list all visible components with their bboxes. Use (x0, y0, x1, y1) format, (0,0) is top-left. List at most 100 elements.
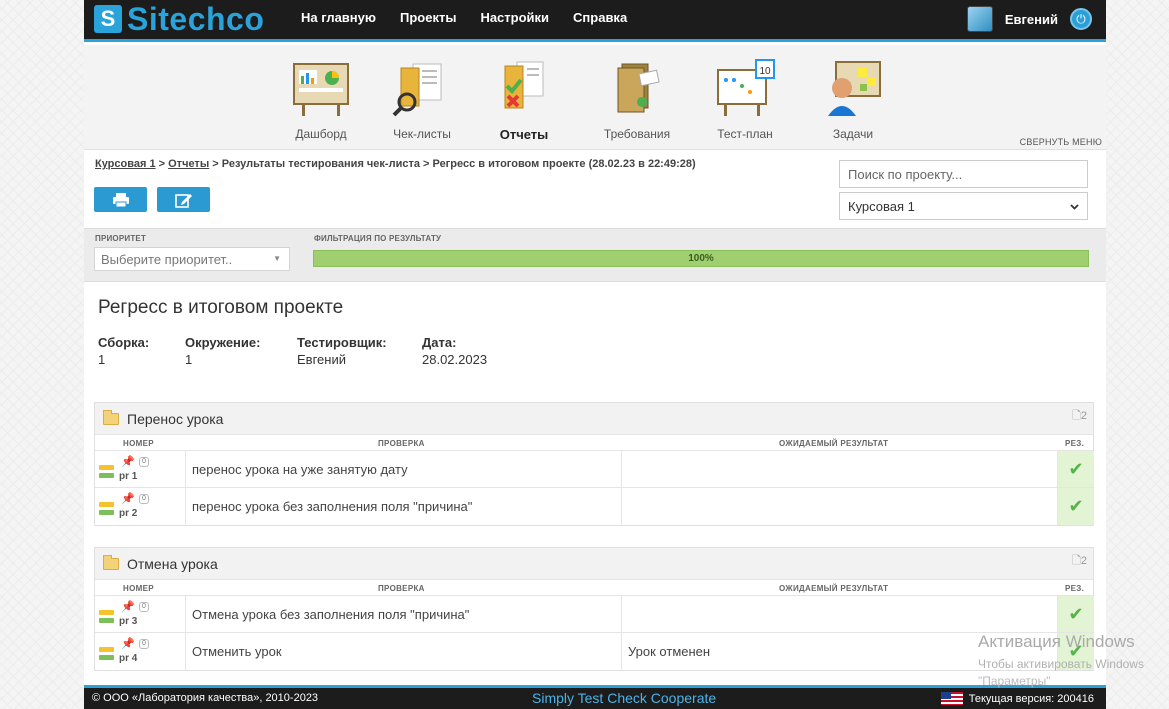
section-count-value: 2 (1080, 555, 1087, 567)
nav-home[interactable]: На главную (301, 10, 376, 25)
result-progress-bar[interactable]: 100% (313, 250, 1089, 267)
pin-icon[interactable]: 📌 (121, 637, 135, 650)
row-id: pr 1 (119, 471, 138, 482)
menu-item-checklists[interactable]: Чек-листы (377, 58, 467, 141)
menu-label-dashboard: Дашборд (295, 127, 347, 141)
section-count: 🗋2 (1072, 552, 1087, 571)
check-cell: Отмена урока без заполнения поля "причин… (186, 596, 622, 632)
column-headers: НОМЕР ПРОВЕРКА ОЖИДАЕМЫЙ РЕЗУЛЬТАТ РЕЗ. (95, 435, 1093, 451)
menu-item-dashboard[interactable]: Дашборд (276, 58, 366, 141)
windows-activation-subtitle: Чтобы активировать Windows (978, 657, 1144, 671)
power-icon[interactable]: ⏻ (1070, 8, 1092, 30)
logo-badge: S (94, 5, 122, 33)
check-cell: перенос урока без заполнения поля "причи… (186, 488, 622, 525)
menu-item-reports[interactable]: Отчеты (479, 58, 569, 142)
menu-item-test-plan[interactable]: 10 Тест-план (700, 58, 790, 141)
top-bar: S Sitechco На главную Проекты Настройки … (84, 0, 1106, 42)
meta-date-key: Дата: (422, 335, 457, 350)
check-cell: Отменить урок (186, 633, 622, 670)
priority-placeholder: Выберите приоритет.. (101, 251, 233, 267)
row-number-cell: 📌 0 pr 2 (95, 488, 186, 525)
comment-count[interactable]: 0 (139, 457, 149, 467)
check-mark-icon[interactable]: ✔ (1058, 451, 1094, 487)
meta-date-value: 28.02.2023 (422, 352, 488, 367)
section-header[interactable]: Отмена урока 🗋2 (95, 548, 1093, 580)
footer: © ООО «Лаборатория качества», 2010-2023 … (84, 685, 1106, 709)
user-name[interactable]: Евгений (1005, 12, 1058, 27)
table-row[interactable]: 📌 0 pr 2 перенос урока без заполнения по… (95, 488, 1094, 525)
table-row[interactable]: 📌 0 pr 1 перенос урока на уже занятую да… (95, 451, 1094, 488)
nav-projects[interactable]: Проекты (400, 10, 456, 25)
row-number-cell: 📌 0 pr 1 (95, 451, 186, 487)
section-lesson-cancel: Отмена урока 🗋2 НОМЕР ПРОВЕРКА ОЖИДАЕМЫЙ… (94, 547, 1094, 671)
top-nav: На главную Проекты Настройки Справка (301, 10, 651, 25)
menu-item-tasks[interactable]: Задачи (808, 58, 898, 141)
pin-icon[interactable]: 📌 (121, 600, 135, 613)
project-select-value: Курсовая 1 (848, 198, 915, 214)
priority-select[interactable]: Выберите приоритет.. ▼ (94, 247, 290, 271)
pin-icon[interactable]: 📌 (121, 492, 135, 505)
meta-tester-key: Тестировщик: (297, 335, 387, 350)
meta-build: Сборка: 1 (98, 335, 149, 367)
pin-icon[interactable]: 📌 (121, 455, 135, 468)
document-icon: 🗋 (1072, 555, 1081, 567)
version-text: Текущая версия: 200416 (968, 692, 1094, 705)
priority-bars (99, 502, 114, 518)
breadcrumb-current: Результаты тестирования чек-листа > Регр… (221, 158, 696, 170)
checklists-icon (392, 63, 442, 117)
menu-label-reports: Отчеты (499, 127, 549, 142)
col-check: ПРОВЕРКА (378, 584, 425, 593)
table-row[interactable]: 📌 0 pr 4 Отменить урок Урок отменен ✔ (95, 633, 1094, 670)
edit-button[interactable] (157, 187, 210, 212)
section-count: 🗋2 (1072, 407, 1087, 426)
comment-count[interactable]: 0 (139, 639, 149, 649)
project-select[interactable]: Курсовая 1 (839, 192, 1088, 220)
meta-environment-value: 1 (185, 352, 193, 367)
check-mark-icon[interactable]: ✔ (1058, 488, 1094, 525)
nav-settings[interactable]: Настройки (480, 10, 549, 25)
svg-text:10: 10 (759, 66, 771, 77)
section-header[interactable]: Перенос урока 🗋2 (95, 403, 1093, 435)
dashboard-icon (293, 63, 349, 116)
print-button[interactable] (94, 187, 147, 212)
result-filter-label: ФИЛЬТРАЦИЯ ПО РЕЗУЛЬТАТУ (314, 234, 442, 243)
section-title: Перенос урока (127, 411, 224, 427)
us-flag-icon[interactable] (940, 692, 963, 705)
menu-item-requirements[interactable]: Требования (592, 58, 682, 141)
app-page: S Sitechco На главную Проекты Настройки … (84, 0, 1106, 709)
check-mark-icon[interactable]: ✔ (1058, 596, 1094, 632)
expected-cell (622, 596, 1058, 632)
row-number-cell: 📌 0 pr 4 (95, 633, 186, 670)
logo-text: Sitechco (127, 1, 265, 37)
breadcrumb-link-project[interactable]: Курсовая 1 (95, 158, 156, 170)
collapse-menu-link[interactable]: СВЕРНУТЬ МЕНЮ (1020, 137, 1102, 147)
priority-bars (99, 465, 114, 481)
folder-icon (103, 555, 119, 570)
col-num: НОМЕР (123, 439, 154, 448)
table-row[interactable]: 📌 0 pr 3 Отмена урока без заполнения пол… (95, 596, 1094, 633)
comment-count[interactable]: 0 (139, 494, 149, 504)
meta-tester-value: Евгений (297, 352, 346, 367)
col-result: РЕЗ. (1065, 439, 1085, 448)
requirements-icon (617, 63, 660, 113)
report-title: Регресс в итоговом проекте (98, 297, 344, 318)
windows-activation-subtitle2: "Параметры" (978, 674, 1051, 688)
windows-activation-title: Активация Windows (978, 632, 1135, 651)
logo[interactable]: S Sitechco (94, 1, 265, 37)
avatar[interactable] (966, 6, 993, 32)
meta-build-value: 1 (98, 352, 106, 367)
search-input[interactable] (839, 160, 1088, 188)
test-plan-icon: 10 (717, 59, 775, 116)
menu-label-tasks: Задачи (832, 127, 874, 141)
progress-text: 100% (688, 253, 714, 264)
chevron-down-icon (1070, 204, 1079, 210)
nav-help[interactable]: Справка (573, 10, 627, 25)
menu-label-checklists: Чек-листы (393, 127, 451, 141)
section-lesson-transfer: Перенос урока 🗋2 НОМЕР ПРОВЕРКА ОЖИДАЕМЫ… (94, 402, 1094, 526)
menu-label-requirements: Требования (603, 127, 671, 141)
col-result: РЕЗ. (1065, 584, 1085, 593)
row-id: pr 2 (119, 508, 138, 519)
comment-count[interactable]: 0 (139, 602, 149, 612)
check-cell: перенос урока на уже занятую дату (186, 451, 622, 487)
breadcrumb-link-reports[interactable]: Отчеты (168, 158, 209, 170)
